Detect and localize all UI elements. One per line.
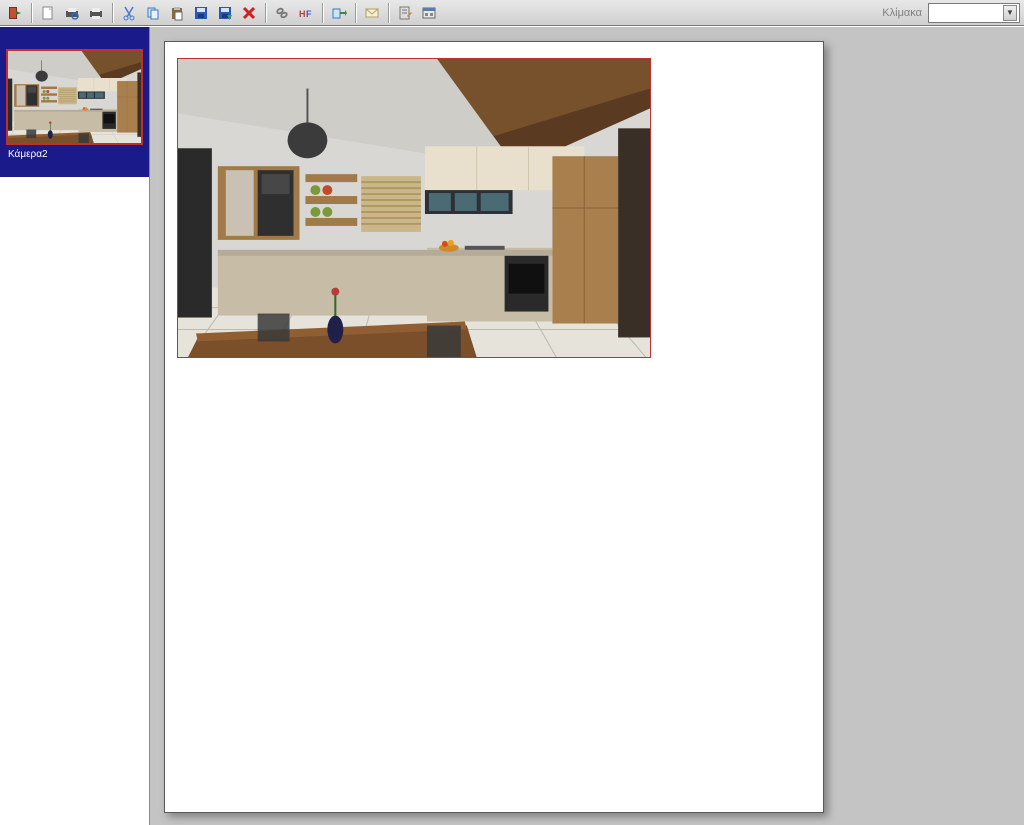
- cut-icon: [121, 5, 137, 21]
- paste-button[interactable]: [166, 2, 188, 24]
- toolbar-separator: [31, 3, 32, 23]
- panel-icon: [421, 5, 437, 21]
- email-icon: [364, 5, 380, 21]
- main-toolbar: H F Κλίμακα: [0, 0, 1024, 26]
- delete-button[interactable]: [238, 2, 260, 24]
- print-button[interactable]: [85, 2, 107, 24]
- link-button[interactable]: [271, 2, 293, 24]
- save-as-icon: [217, 5, 233, 21]
- toolbar-separator: [265, 3, 266, 23]
- note-button[interactable]: [394, 2, 416, 24]
- scale-label: Κλίμακα: [882, 7, 922, 19]
- exit-button[interactable]: [4, 2, 26, 24]
- thumbnail-item[interactable]: Κάμερα2: [0, 27, 149, 177]
- print-preview-icon: [64, 5, 80, 21]
- svg-text:F: F: [306, 9, 312, 19]
- toolbar-separator: [388, 3, 389, 23]
- email-button[interactable]: [361, 2, 383, 24]
- print-icon: [88, 5, 104, 21]
- thumbnail-frame: Κάμερα2: [0, 27, 149, 177]
- new-doc-icon: [40, 5, 56, 21]
- thumbnail-panel: Κάμερα2: [0, 27, 150, 825]
- scale-select[interactable]: ▼: [928, 3, 1020, 23]
- copy-icon: [145, 5, 161, 21]
- toolbar-separator: [322, 3, 323, 23]
- new-button[interactable]: [37, 2, 59, 24]
- preview-panel: [150, 27, 1024, 825]
- thumbnail-caption: Κάμερα2: [6, 149, 143, 160]
- work-area: Κάμερα2: [0, 26, 1024, 825]
- render-image[interactable]: [177, 58, 651, 358]
- print-preview-button[interactable]: [61, 2, 83, 24]
- panel-button[interactable]: [418, 2, 440, 24]
- save-button[interactable]: [190, 2, 212, 24]
- preview-page[interactable]: [164, 41, 824, 813]
- header-footer-button[interactable]: H F: [295, 2, 317, 24]
- svg-text:H: H: [299, 9, 306, 19]
- note-icon: [397, 5, 413, 21]
- toolbar-separator: [355, 3, 356, 23]
- thumbnail-image: [6, 49, 143, 145]
- cut-button[interactable]: [118, 2, 140, 24]
- link-icon: [274, 5, 290, 21]
- export-icon: [331, 5, 347, 21]
- toolbar-separator: [112, 3, 113, 23]
- exit-icon: [7, 5, 23, 21]
- header-footer-icon: H F: [298, 5, 314, 21]
- export-button[interactable]: [328, 2, 350, 24]
- paste-icon: [169, 5, 185, 21]
- chevron-down-icon: ▼: [1003, 5, 1017, 21]
- save-icon: [193, 5, 209, 21]
- save-as-button[interactable]: [214, 2, 236, 24]
- copy-button[interactable]: [142, 2, 164, 24]
- delete-icon: [241, 5, 257, 21]
